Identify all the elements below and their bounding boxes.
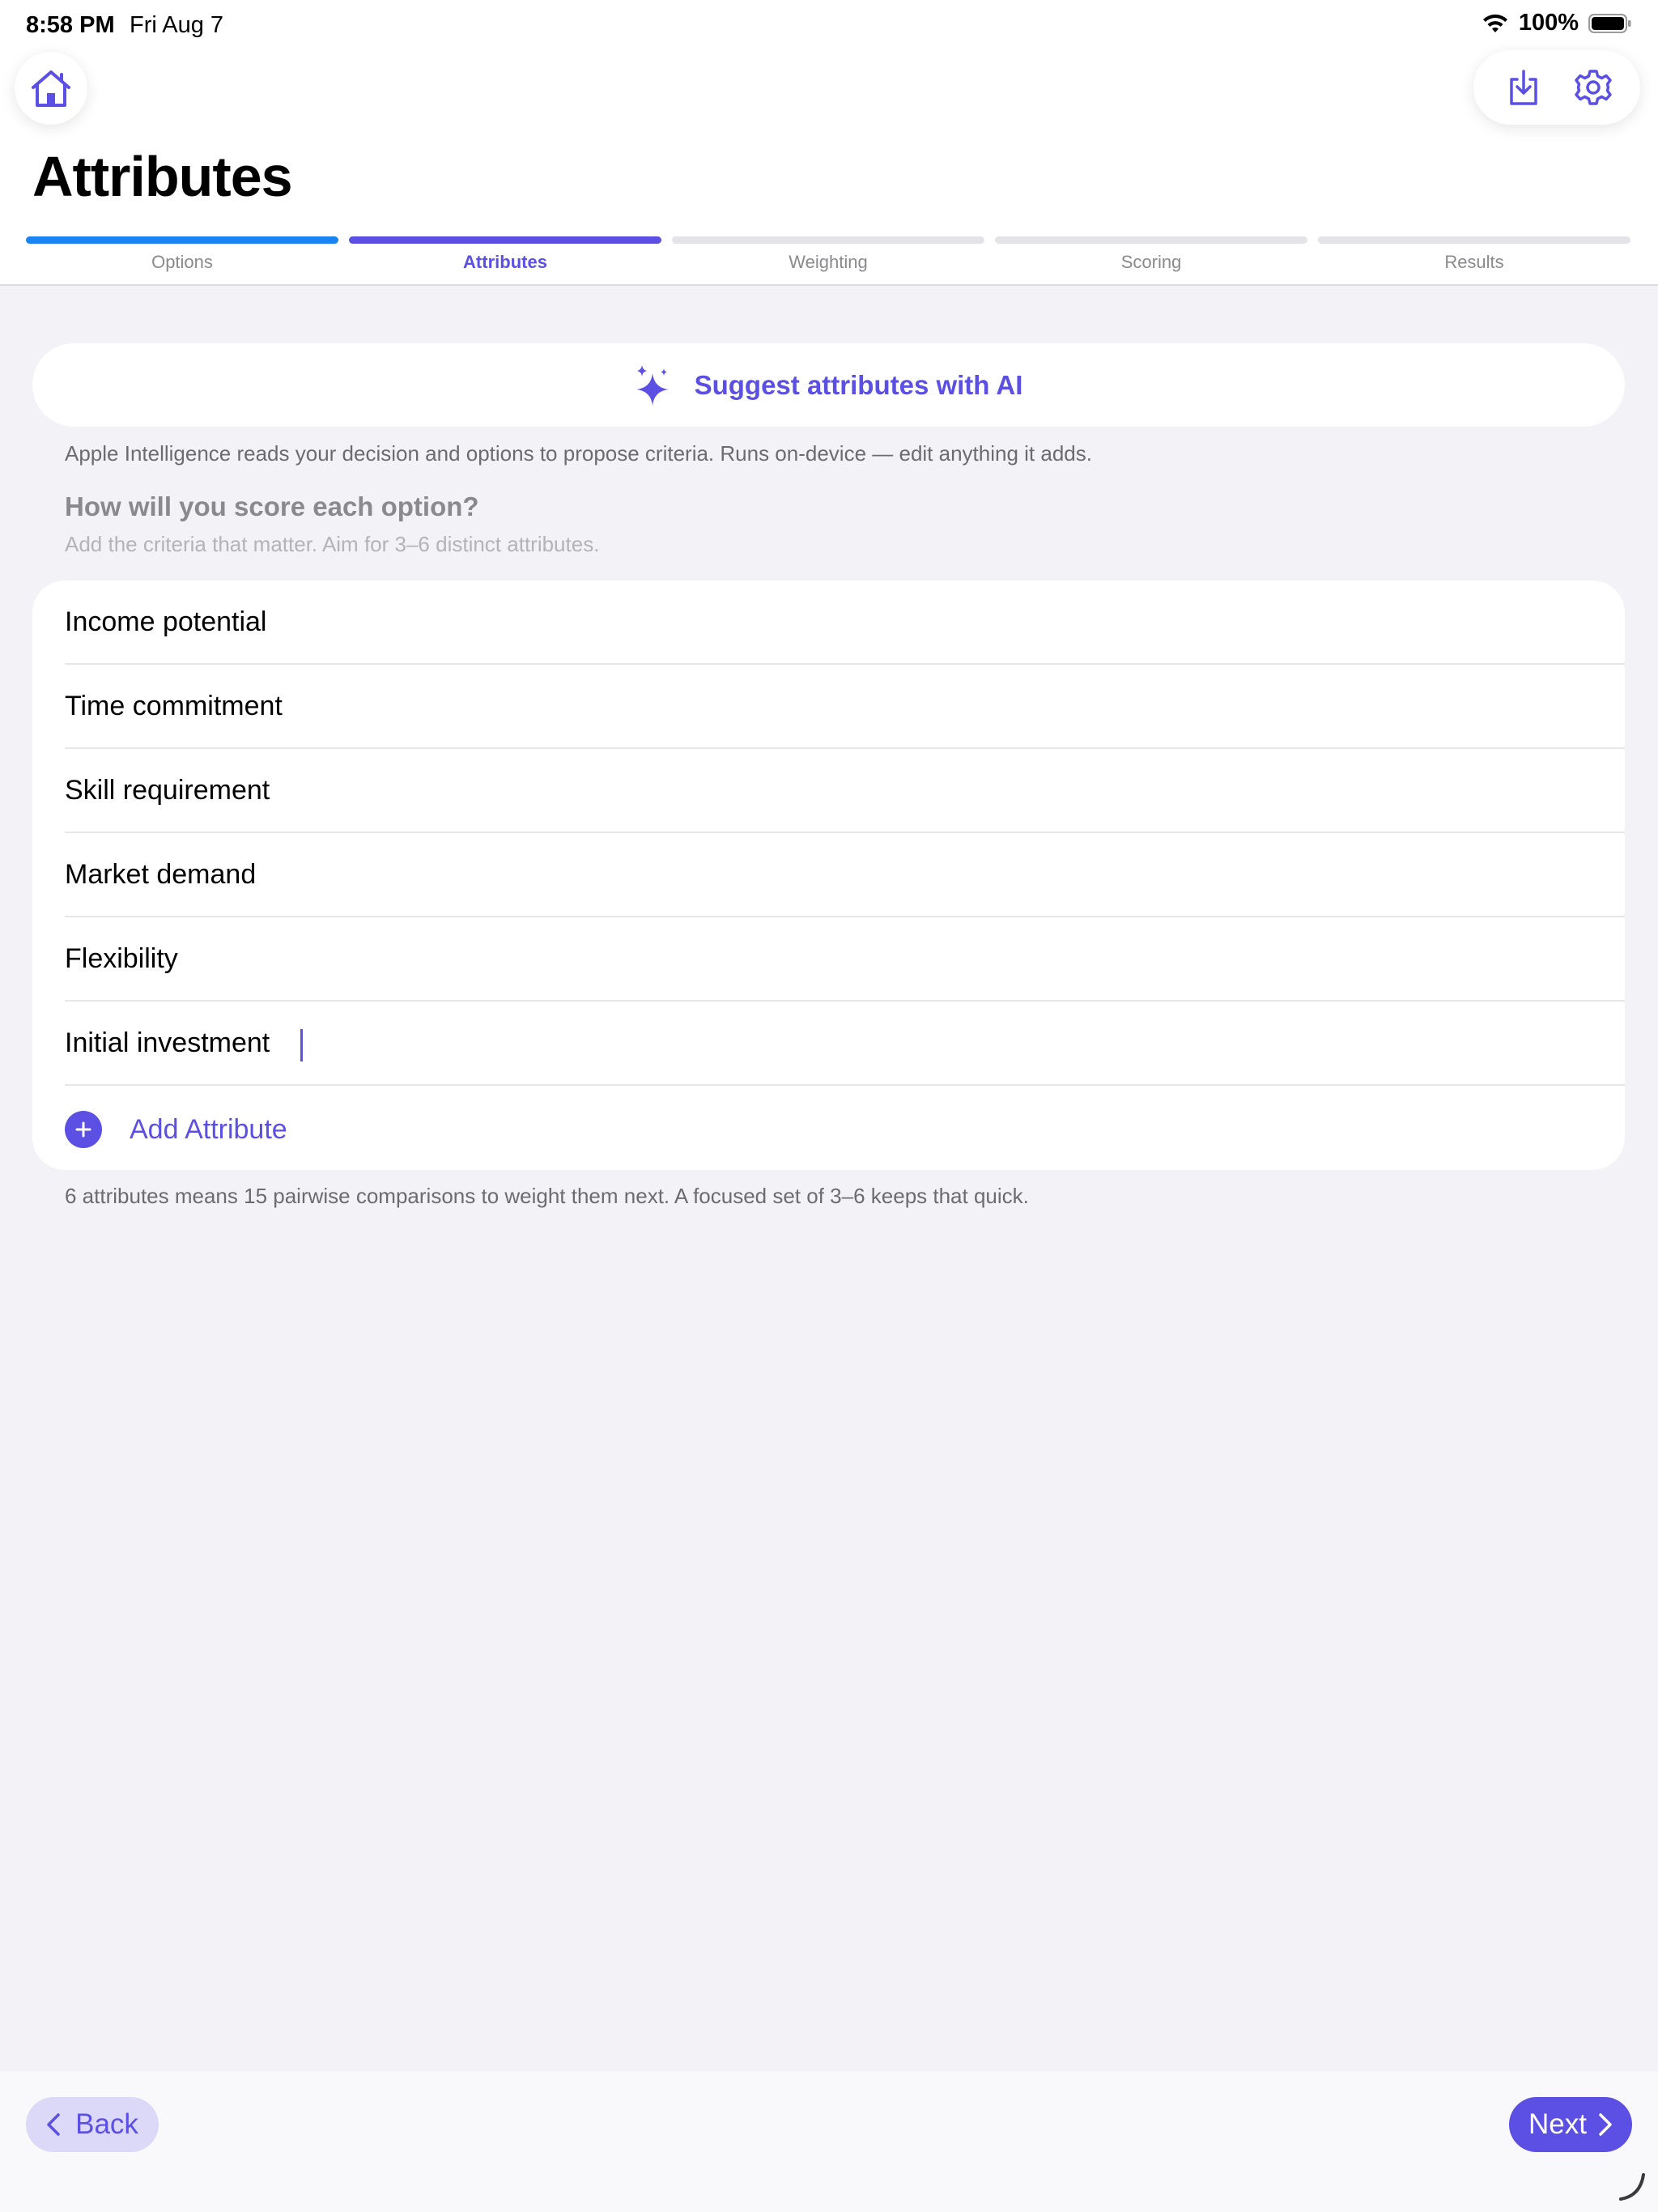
comparisons-note: 6 attributes means 15 pairwise compariso… xyxy=(65,1184,1029,1208)
header: 8:58 PM Fri Aug 7 100% Attributes Option… xyxy=(0,0,1658,286)
chevron-left-icon xyxy=(47,2113,60,2136)
step-label: Attributes xyxy=(463,252,547,272)
attribute-row xyxy=(65,749,1625,833)
status-bar: 8:58 PM Fri Aug 7 100% xyxy=(0,0,1658,52)
back-label: Back xyxy=(75,2108,138,2140)
attribute-field[interactable] xyxy=(65,665,1625,747)
step-label: Scoring xyxy=(1120,252,1182,272)
sparkles-icon xyxy=(636,364,669,406)
status-right: 100% xyxy=(1482,10,1632,36)
next-label: Next xyxy=(1528,2108,1587,2140)
step-label: Options xyxy=(151,252,213,272)
step-attributes[interactable]: Attributes xyxy=(349,236,661,273)
gear-icon xyxy=(1575,70,1612,105)
app-window: 8:58 PM Fri Aug 7 100% Attributes Option… xyxy=(0,0,1658,2212)
attributes-card: Add Attribute xyxy=(32,581,1625,1170)
battery-percent: 100% xyxy=(1518,10,1579,36)
status-date: Fri Aug 7 xyxy=(130,12,224,38)
add-attribute-button[interactable]: Add Attribute xyxy=(65,1089,551,1170)
back-button[interactable]: Back xyxy=(26,2097,159,2152)
suggest-ai-button[interactable]: Suggest attributes with AI xyxy=(32,343,1625,427)
step-bar xyxy=(672,236,984,244)
attribute-field-focused[interactable] xyxy=(65,1002,1625,1084)
section-subtitle: Add the criteria that matter. Aim for 3–… xyxy=(65,532,600,556)
attribute-field[interactable] xyxy=(65,833,1625,916)
step-options[interactable]: Options xyxy=(26,236,338,273)
step-bar xyxy=(26,236,338,244)
download-icon xyxy=(1510,70,1537,105)
status-time: 8:58 PM xyxy=(26,12,115,38)
step-bar xyxy=(349,236,661,244)
step-progress: Options Attributes Weighting Scoring Res… xyxy=(26,236,1632,277)
attribute-field[interactable] xyxy=(65,917,1625,1000)
step-bar xyxy=(995,236,1307,244)
step-label: Results xyxy=(1444,252,1504,272)
attribute-row xyxy=(65,1002,1625,1086)
chevron-right-icon xyxy=(1599,2113,1612,2136)
attribute-row xyxy=(65,581,1625,665)
battery-icon xyxy=(1588,13,1631,33)
page-title: Attributes xyxy=(32,145,293,208)
ai-note: Apple Intelligence reads your decision a… xyxy=(65,441,1092,466)
attribute-row xyxy=(65,833,1625,917)
resize-grip-icon[interactable] xyxy=(1616,2170,1648,2202)
step-scoring[interactable]: Scoring xyxy=(995,236,1307,273)
attribute-field[interactable] xyxy=(65,749,1625,832)
step-results[interactable]: Results xyxy=(1318,236,1630,273)
toolbar-pill xyxy=(1473,50,1640,125)
suggest-ai-label: Suggest attributes with AI xyxy=(694,369,1023,400)
download-button[interactable] xyxy=(1504,68,1543,107)
section-title: How will you score each option? xyxy=(65,491,479,521)
add-attribute-label: Add Attribute xyxy=(130,1113,287,1145)
settings-button[interactable] xyxy=(1574,68,1613,107)
text-caret xyxy=(300,1029,303,1061)
step-label: Weighting xyxy=(789,252,868,272)
attribute-row xyxy=(65,917,1625,1002)
plus-icon xyxy=(65,1111,102,1148)
attribute-row xyxy=(65,665,1625,749)
next-button[interactable]: Next xyxy=(1509,2097,1632,2152)
wifi-icon xyxy=(1482,14,1507,32)
step-bar xyxy=(1318,236,1630,244)
attribute-field[interactable] xyxy=(65,581,1625,663)
home-icon xyxy=(32,70,70,107)
home-button[interactable] xyxy=(15,52,87,125)
bottom-nav: Back Next xyxy=(0,2071,1658,2212)
step-weighting[interactable]: Weighting xyxy=(672,236,984,273)
